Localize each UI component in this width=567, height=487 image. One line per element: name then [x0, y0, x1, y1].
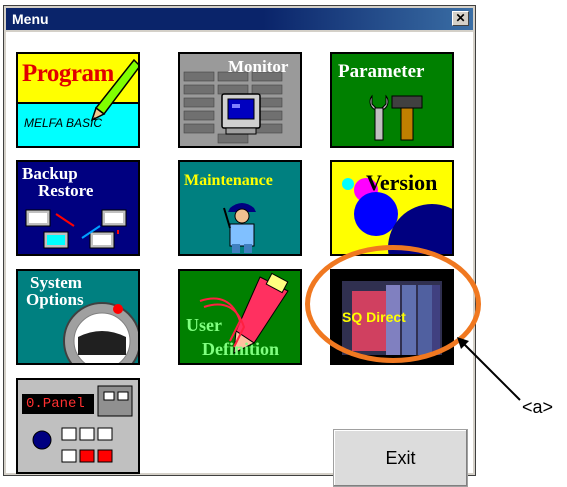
- close-icon: ✕: [455, 11, 466, 25]
- program-subtitle: MELFA BASIC: [24, 116, 103, 130]
- window-title: Menu: [12, 11, 49, 27]
- operation-panel-icon: [22, 385, 133, 463]
- close-button[interactable]: ✕: [452, 11, 469, 26]
- restore-title: Restore: [38, 181, 94, 200]
- annotation-arrow: [457, 337, 521, 401]
- system-dial-icon: [63, 302, 138, 363]
- annotation-label: <a>: [522, 397, 554, 417]
- worker-icon: [223, 203, 256, 253]
- backup-restore-tile[interactable]: Backup Restore: [16, 160, 140, 256]
- backup-title: Backup: [22, 164, 78, 183]
- monitor-tile[interactable]: Monitor: [178, 52, 302, 148]
- version-title: Version: [366, 170, 438, 195]
- parameter-title: Parameter: [338, 61, 425, 82]
- title-bar: Menu ✕: [6, 8, 473, 30]
- parameter-tile[interactable]: Parameter: [330, 52, 454, 148]
- program-tile[interactable]: Program MELFA BASIC: [16, 52, 140, 148]
- exit-button[interactable]: Exit: [333, 429, 468, 487]
- system-options-tile[interactable]: System Options: [16, 269, 140, 365]
- monitor-icon: [221, 93, 261, 135]
- user-definition-tile[interactable]: User Definition: [178, 269, 302, 365]
- menu-window: Menu ✕ Program MELFA BASIC Monitor Param…: [3, 5, 476, 487]
- maintenance-title: Maintenance: [184, 172, 273, 189]
- pencil-icon: [90, 58, 138, 122]
- definition-title: Definition: [202, 339, 280, 359]
- monitor-title: Monitor: [228, 57, 289, 76]
- computer-transfer-icon: [25, 209, 127, 249]
- wrench-hammer-icon: [369, 94, 423, 141]
- user-title: User: [186, 315, 222, 335]
- system-title: System: [30, 273, 82, 292]
- panel-display-text: 0.Panel: [26, 396, 85, 412]
- operation-panel-tile[interactable]: 0.Panel: [16, 378, 140, 474]
- version-tile[interactable]: Version: [330, 160, 454, 256]
- maintenance-tile[interactable]: Maintenance: [178, 160, 302, 256]
